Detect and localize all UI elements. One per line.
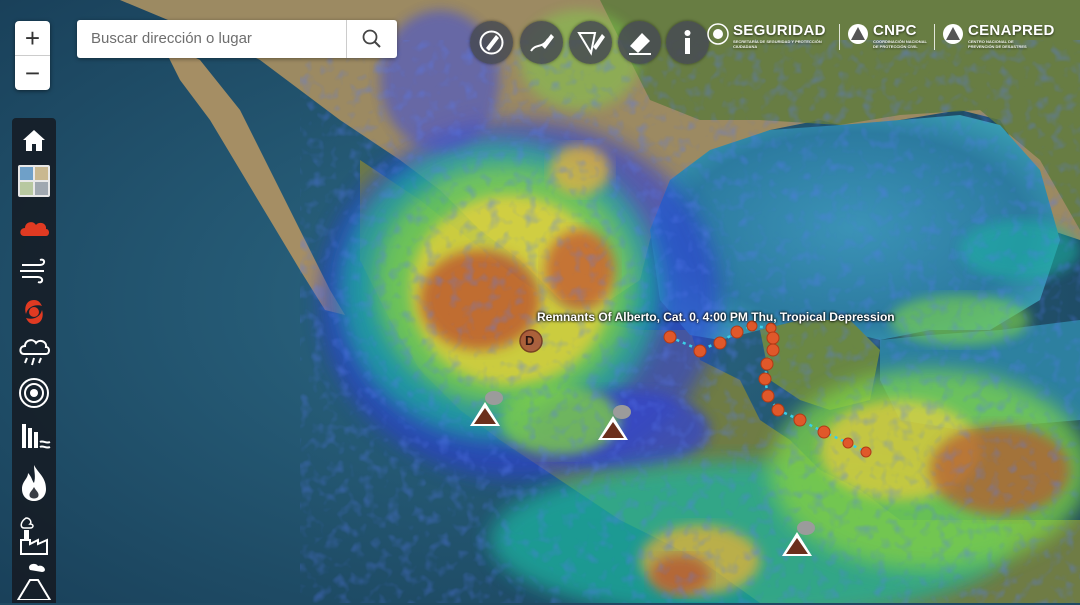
erase-icon bbox=[629, 33, 651, 55]
logo-cnpc-subtitle: COORDINACIÓN NACIONAL DE PROTECCIÓN CIVI… bbox=[873, 39, 927, 49]
hurricane-icon bbox=[25, 300, 43, 324]
rain-layer-button[interactable] bbox=[16, 334, 52, 370]
draw-line-icon bbox=[530, 34, 554, 52]
volcano-icon bbox=[16, 563, 52, 601]
rain-icon bbox=[19, 339, 50, 366]
logo-divider bbox=[839, 24, 840, 50]
zoom-in-button[interactable]: + bbox=[15, 21, 50, 56]
volcano-marker[interactable] bbox=[468, 390, 506, 426]
logo-cenapred-subtitle: CENTRO NACIONAL DE PREVENCIÓN DE DESASTR… bbox=[968, 39, 1027, 49]
basemap-icon bbox=[18, 165, 50, 197]
draw-point-icon bbox=[479, 30, 504, 55]
draw-line-button[interactable] bbox=[520, 21, 563, 64]
home-button[interactable] bbox=[16, 122, 52, 158]
fire-layer-button[interactable] bbox=[16, 463, 52, 501]
volcano-layer-button[interactable] bbox=[16, 560, 52, 601]
seal-icon bbox=[707, 23, 729, 45]
wind-icon bbox=[20, 258, 46, 284]
search-button[interactable] bbox=[346, 20, 397, 58]
logo-cnpc-title: CNPC bbox=[873, 22, 917, 39]
search-bar bbox=[77, 20, 397, 58]
map-canvas[interactable] bbox=[0, 0, 1080, 603]
info-icon bbox=[684, 30, 691, 54]
volcano-marker[interactable] bbox=[596, 404, 634, 440]
earthquake-icon bbox=[19, 378, 49, 408]
volcano-marker[interactable] bbox=[780, 520, 818, 556]
storm-label: Remnants Of Alberto, Cat. 0, 4:00 PM Thu… bbox=[537, 310, 895, 324]
home-icon bbox=[23, 130, 45, 151]
search-icon bbox=[362, 29, 381, 48]
logo-seguridad-title: SEGURIDAD bbox=[733, 22, 826, 39]
industry-layer-button[interactable] bbox=[16, 516, 52, 555]
industry-icon bbox=[20, 517, 48, 555]
draw-polygon-icon bbox=[577, 32, 605, 56]
earthquake-layer-button[interactable] bbox=[16, 375, 52, 411]
logo-cenapred-title: CENAPRED bbox=[968, 22, 1055, 39]
draw-polygon-button[interactable] bbox=[569, 21, 612, 64]
dam-layer-button[interactable] bbox=[16, 418, 52, 454]
zoom-out-button[interactable]: − bbox=[15, 56, 50, 90]
hurricane-layer-button[interactable] bbox=[16, 294, 52, 330]
cnpc-emblem-icon bbox=[848, 24, 868, 44]
layer-sidebar bbox=[12, 118, 56, 603]
info-button[interactable] bbox=[666, 21, 709, 64]
fire-icon bbox=[22, 465, 46, 501]
logo-divider bbox=[934, 24, 935, 50]
erase-button[interactable] bbox=[618, 21, 661, 64]
draw-point-button[interactable] bbox=[470, 21, 513, 64]
cloud-layer-button[interactable] bbox=[16, 210, 52, 246]
cenapred-emblem-icon bbox=[943, 24, 963, 44]
wind-layer-button[interactable] bbox=[16, 252, 52, 288]
zoom-control: + − bbox=[15, 21, 50, 90]
search-input[interactable] bbox=[77, 20, 346, 56]
logo-seguridad-subtitle: SECRETARÍA DE SEGURIDAD Y PROTECCIÓN CIU… bbox=[733, 39, 822, 49]
dam-icon bbox=[22, 424, 51, 449]
storm-marker-label: D bbox=[525, 333, 535, 348]
cloud-icon bbox=[20, 222, 49, 236]
basemap-button[interactable] bbox=[16, 163, 52, 199]
